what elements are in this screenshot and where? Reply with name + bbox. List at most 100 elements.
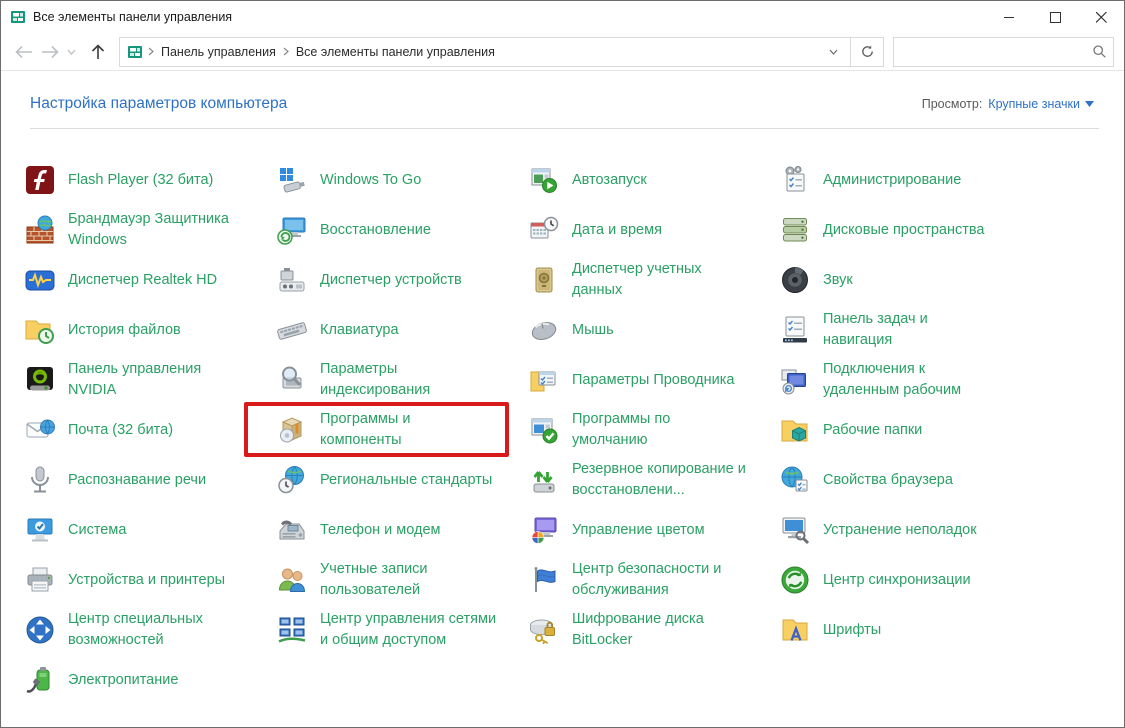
control-panel-item[interactable]: Центр специальных возможностей	[23, 605, 275, 655]
windows-to-go-icon	[275, 163, 309, 197]
control-panel-item[interactable]: Дата и время	[527, 205, 778, 255]
control-panel-item[interactable]: Клавиатура	[275, 305, 527, 355]
credential-manager-icon	[527, 263, 561, 297]
close-button[interactable]	[1078, 1, 1124, 33]
item-label: Центр специальных возможностей	[68, 609, 203, 651]
search-input[interactable]	[901, 44, 1093, 60]
view-control: Просмотр: Крупные значки	[922, 97, 1094, 111]
control-panel-item[interactable]: Почта (32 бита)	[23, 405, 275, 455]
devices-printers-icon	[23, 563, 57, 597]
windows-firewall-icon	[23, 213, 57, 247]
control-panel-item[interactable]: Резервное копирование и восстановлени...	[527, 455, 778, 505]
internet-options-icon	[778, 463, 812, 497]
control-panel-item[interactable]: Распознавание речи	[23, 455, 275, 505]
control-panel-item[interactable]: Панель управления NVIDIA	[23, 355, 275, 405]
item-label: Телефон и модем	[320, 520, 441, 541]
forward-icon[interactable]	[37, 39, 63, 65]
item-label: Дата и время	[572, 220, 662, 241]
item-label: Свойства браузера	[823, 470, 953, 491]
control-panel-item[interactable]: Диспетчер Realtek HD	[23, 255, 275, 305]
recovery-icon	[275, 213, 309, 247]
back-icon[interactable]	[11, 39, 37, 65]
indexing-options-icon	[275, 363, 309, 397]
control-panel-item[interactable]: Брандмауэр Защитника Windows	[23, 205, 275, 255]
control-panel-item[interactable]: Диспетчер учетных данных	[527, 255, 778, 305]
control-panel-item[interactable]: Flash Player (32 бита)	[23, 155, 275, 205]
view-selector[interactable]: Крупные значки	[988, 97, 1094, 111]
keyboard-icon	[275, 313, 309, 347]
control-panel-item[interactable]: Устранение неполадок	[778, 505, 1033, 555]
control-panel-item[interactable]: Свойства браузера	[778, 455, 1033, 505]
control-panel-item[interactable]: Автозапуск	[527, 155, 778, 205]
control-panel-item[interactable]: Звук	[778, 255, 1033, 305]
remote-desktop-icon	[778, 363, 812, 397]
control-panel-item[interactable]: Панель задач и навигация	[778, 305, 1033, 355]
control-panel-item[interactable]: Центр безопасности и обслуживания	[527, 555, 778, 605]
item-label: История файлов	[68, 320, 181, 341]
control-panel-item[interactable]: Управление цветом	[527, 505, 778, 555]
item-label: Устройства и принтеры	[68, 570, 225, 591]
control-panel-item[interactable]: Подключения к удаленным рабочим	[778, 355, 1033, 405]
control-panel-item[interactable]: Система	[23, 505, 275, 555]
control-panel-item[interactable]: Рабочие папки	[778, 405, 1033, 455]
control-panel-item[interactable]: Параметры Проводника	[527, 355, 778, 405]
item-label: Мышь	[572, 320, 614, 341]
control-panel-item[interactable]: Телефон и модем	[275, 505, 527, 555]
view-value: Крупные значки	[988, 97, 1080, 111]
address-bar[interactable]: Панель управления Все элементы панели уп…	[119, 37, 851, 67]
page-header: Настройка параметров компьютера Просмотр…	[30, 95, 1094, 113]
item-label: Рабочие папки	[823, 420, 922, 441]
control-panel-item[interactable]: Мышь	[527, 305, 778, 355]
control-panel-item[interactable]: Шифрование диска BitLocker	[527, 605, 778, 655]
breadcrumb-all-items[interactable]: Все элементы панели управления	[294, 45, 497, 59]
item-label: Автозапуск	[572, 170, 647, 191]
control-panel-item[interactable]: Программы по умолчанию	[527, 405, 778, 455]
taskbar-navigation-icon	[778, 313, 812, 347]
item-label: Почта (32 бита)	[68, 420, 173, 441]
item-label: Flash Player (32 бита)	[68, 170, 213, 191]
storage-spaces-icon	[778, 213, 812, 247]
items-column-4: Администрирование Дисковые пространстваЗв…	[778, 155, 1033, 705]
sync-center-icon	[778, 563, 812, 597]
region-icon	[275, 463, 309, 497]
recent-locations-chevron-icon[interactable]	[63, 39, 79, 65]
chevron-right-icon	[278, 47, 294, 56]
maximize-button[interactable]	[1032, 1, 1078, 33]
control-panel-item[interactable]: Дисковые пространства	[778, 205, 1033, 255]
control-panel-item[interactable]: Устройства и принтеры	[23, 555, 275, 605]
minimize-button[interactable]	[986, 1, 1032, 33]
address-dropdown-chevron-icon[interactable]	[821, 49, 846, 55]
item-label: Панель задач и навигация	[823, 309, 928, 351]
item-label: Параметры индексирования	[320, 359, 430, 401]
control-panel-item[interactable]: Центр управления сетями и общим доступом	[275, 605, 527, 655]
bitlocker-icon	[527, 613, 561, 647]
control-panel-item[interactable]: Windows To Go	[275, 155, 527, 205]
control-panel-item[interactable]: История файлов	[23, 305, 275, 355]
control-panel-item[interactable]: Диспетчер устройств	[275, 255, 527, 305]
control-panel-item[interactable]: Шрифты	[778, 605, 1033, 655]
up-icon[interactable]	[85, 39, 111, 65]
control-panel-item[interactable]: Администрирование	[778, 155, 1033, 205]
item-label: Управление цветом	[572, 520, 705, 541]
view-label: Просмотр:	[922, 97, 983, 111]
control-panel-item[interactable]: Учетные записи пользователей	[275, 555, 527, 605]
refresh-button[interactable]	[851, 37, 884, 67]
programs-features-icon	[275, 413, 309, 447]
control-panel-item[interactable]: Электропитание	[23, 655, 275, 705]
mail-icon	[23, 413, 57, 447]
control-panel-item[interactable]: Центр синхронизации	[778, 555, 1033, 605]
control-panel-icon	[10, 9, 26, 25]
toolbar: Панель управления Все элементы панели уп…	[1, 33, 1124, 71]
item-label: Администрирование	[823, 170, 961, 191]
control-panel-item[interactable]: Параметры индексирования	[275, 355, 527, 405]
control-panel-item[interactable]: Программы и компоненты	[275, 405, 527, 455]
mouse-icon	[527, 313, 561, 347]
page-title[interactable]: Настройка параметров компьютера	[30, 95, 287, 113]
breadcrumb-control-panel[interactable]: Панель управления	[159, 45, 278, 59]
item-label: Шрифты	[823, 620, 881, 641]
power-options-icon	[23, 663, 57, 697]
search-box[interactable]	[893, 37, 1114, 67]
control-panel-item[interactable]: Восстановление	[275, 205, 527, 255]
control-panel-item[interactable]: Региональные стандарты	[275, 455, 527, 505]
item-label: Диспетчер учетных данных	[572, 259, 702, 301]
